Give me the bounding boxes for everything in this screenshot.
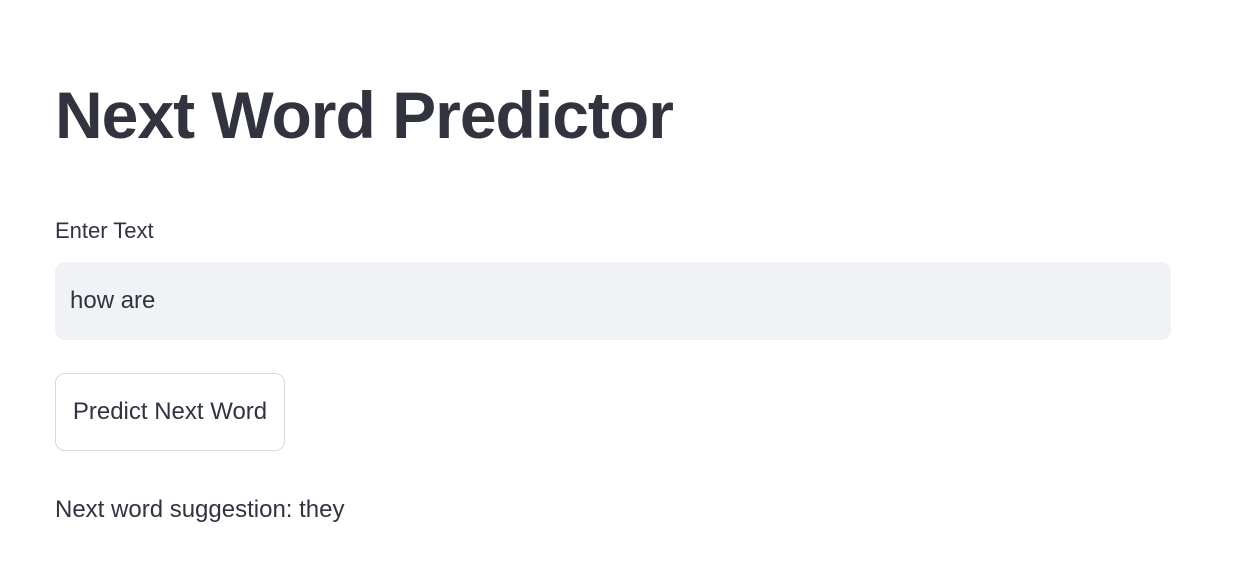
text-input-label: Enter Text — [55, 218, 154, 243]
text-input[interactable] — [55, 262, 1171, 340]
predict-next-word-button[interactable]: Predict Next Word — [55, 373, 285, 451]
page-title: Next Word Predictor — [55, 78, 674, 152]
next-word-suggestion: Next word suggestion: they — [55, 496, 345, 523]
